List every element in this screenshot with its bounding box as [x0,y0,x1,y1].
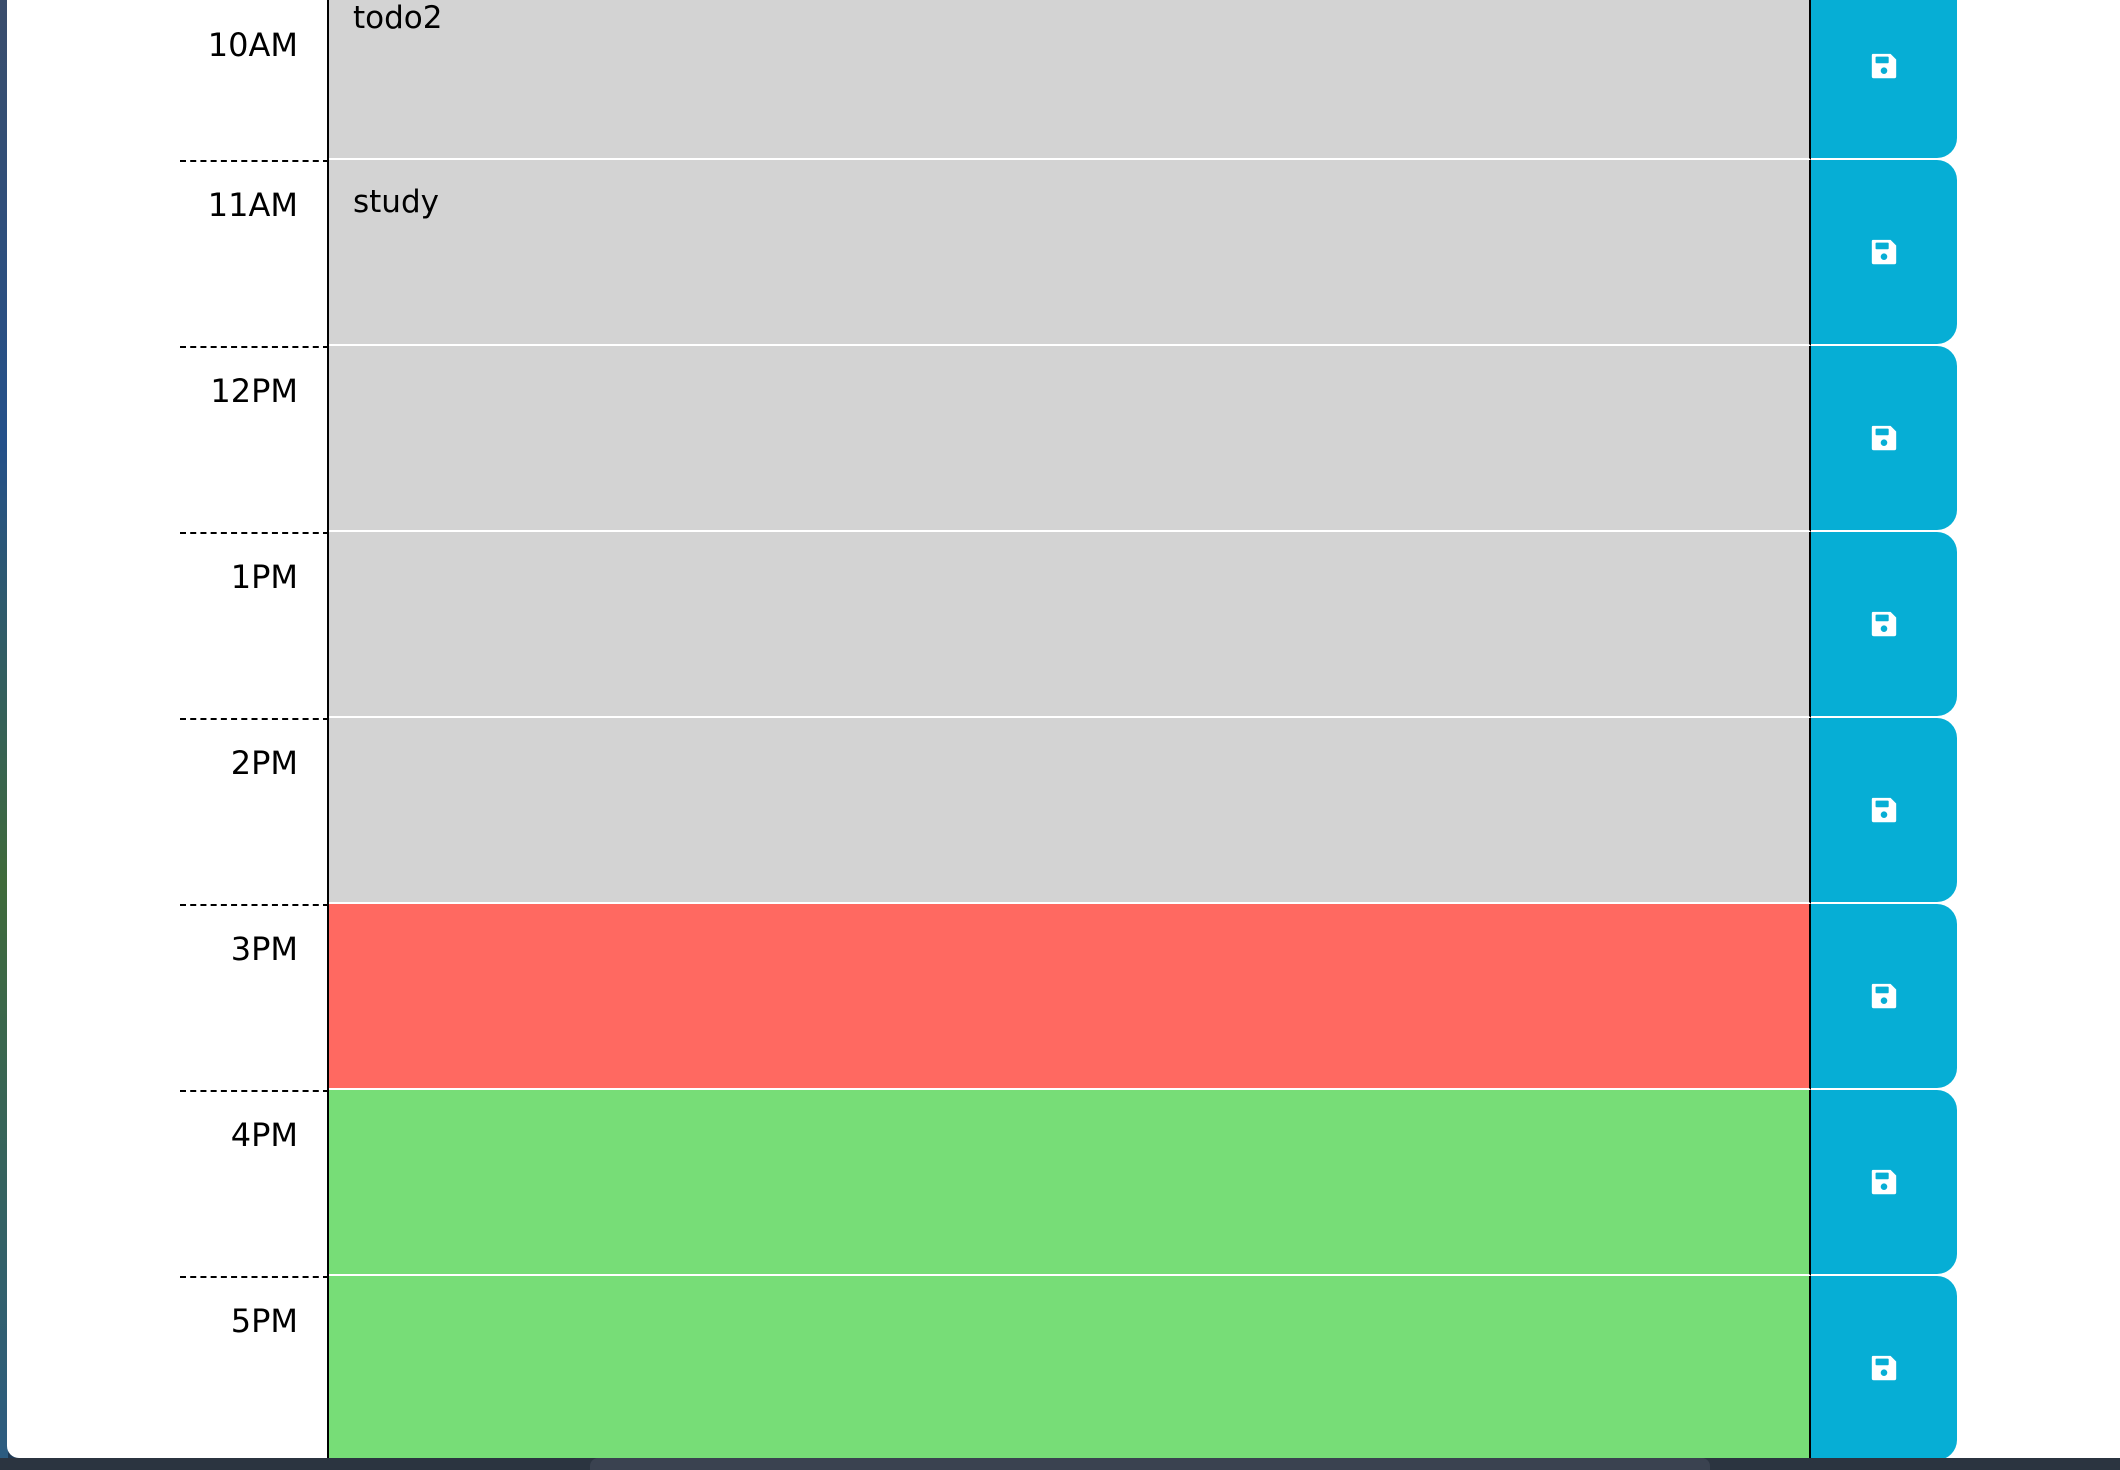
event-description-10am[interactable]: todo2 [329,0,1811,160]
floppy-disk-icon [1871,1355,1897,1381]
time-block-4pm: 4PM [180,1090,1965,1276]
event-description-4pm[interactable] [329,1090,1811,1276]
hour-label: 11AM [180,160,329,346]
save-button-1pm[interactable] [1811,532,1957,716]
save-button-2pm[interactable] [1811,718,1957,902]
floppy-disk-icon [1871,425,1897,451]
floppy-disk-icon [1871,797,1897,823]
time-block-10am: 10AM todo2 [180,0,1965,160]
event-description-5pm[interactable] [329,1276,1811,1458]
floppy-disk-icon [1871,611,1897,637]
save-button-4pm[interactable] [1811,1090,1957,1274]
hour-label: 10AM [180,0,329,160]
hour-label: 1PM [180,532,329,718]
time-block-3pm: 3PM [180,904,1965,1090]
event-description-1pm[interactable] [329,532,1811,718]
event-description-12pm[interactable] [329,346,1811,532]
hour-label: 12PM [180,346,329,532]
floppy-disk-icon [1871,53,1897,79]
save-button-10am[interactable] [1811,0,1957,158]
save-button-11am[interactable] [1811,160,1957,344]
hour-label: 4PM [180,1090,329,1276]
hour-label: 5PM [180,1276,329,1458]
event-description-2pm[interactable] [329,718,1811,904]
event-description-11am[interactable]: study [329,160,1811,346]
hour-label: 3PM [180,904,329,1090]
time-block-12pm: 12PM [180,346,1965,532]
time-block-2pm: 2PM [180,718,1965,904]
app-window: 10AM todo2 11AM study 12PM 1PM 2PM 3PM 4… [7,0,2120,1458]
time-block-11am: 11AM study [180,160,1965,346]
schedule-container: 10AM todo2 11AM study 12PM 1PM 2PM 3PM 4… [180,0,1965,1458]
save-button-12pm[interactable] [1811,346,1957,530]
time-block-1pm: 1PM [180,532,1965,718]
dock [590,1458,1710,1470]
hour-label: 2PM [180,718,329,904]
floppy-disk-icon [1871,983,1897,1009]
save-button-5pm[interactable] [1811,1276,1957,1458]
floppy-disk-icon [1871,239,1897,265]
event-description-3pm[interactable] [329,904,1811,1090]
floppy-disk-icon [1871,1169,1897,1195]
time-block-5pm: 5PM [180,1276,1965,1458]
save-button-3pm[interactable] [1811,904,1957,1088]
